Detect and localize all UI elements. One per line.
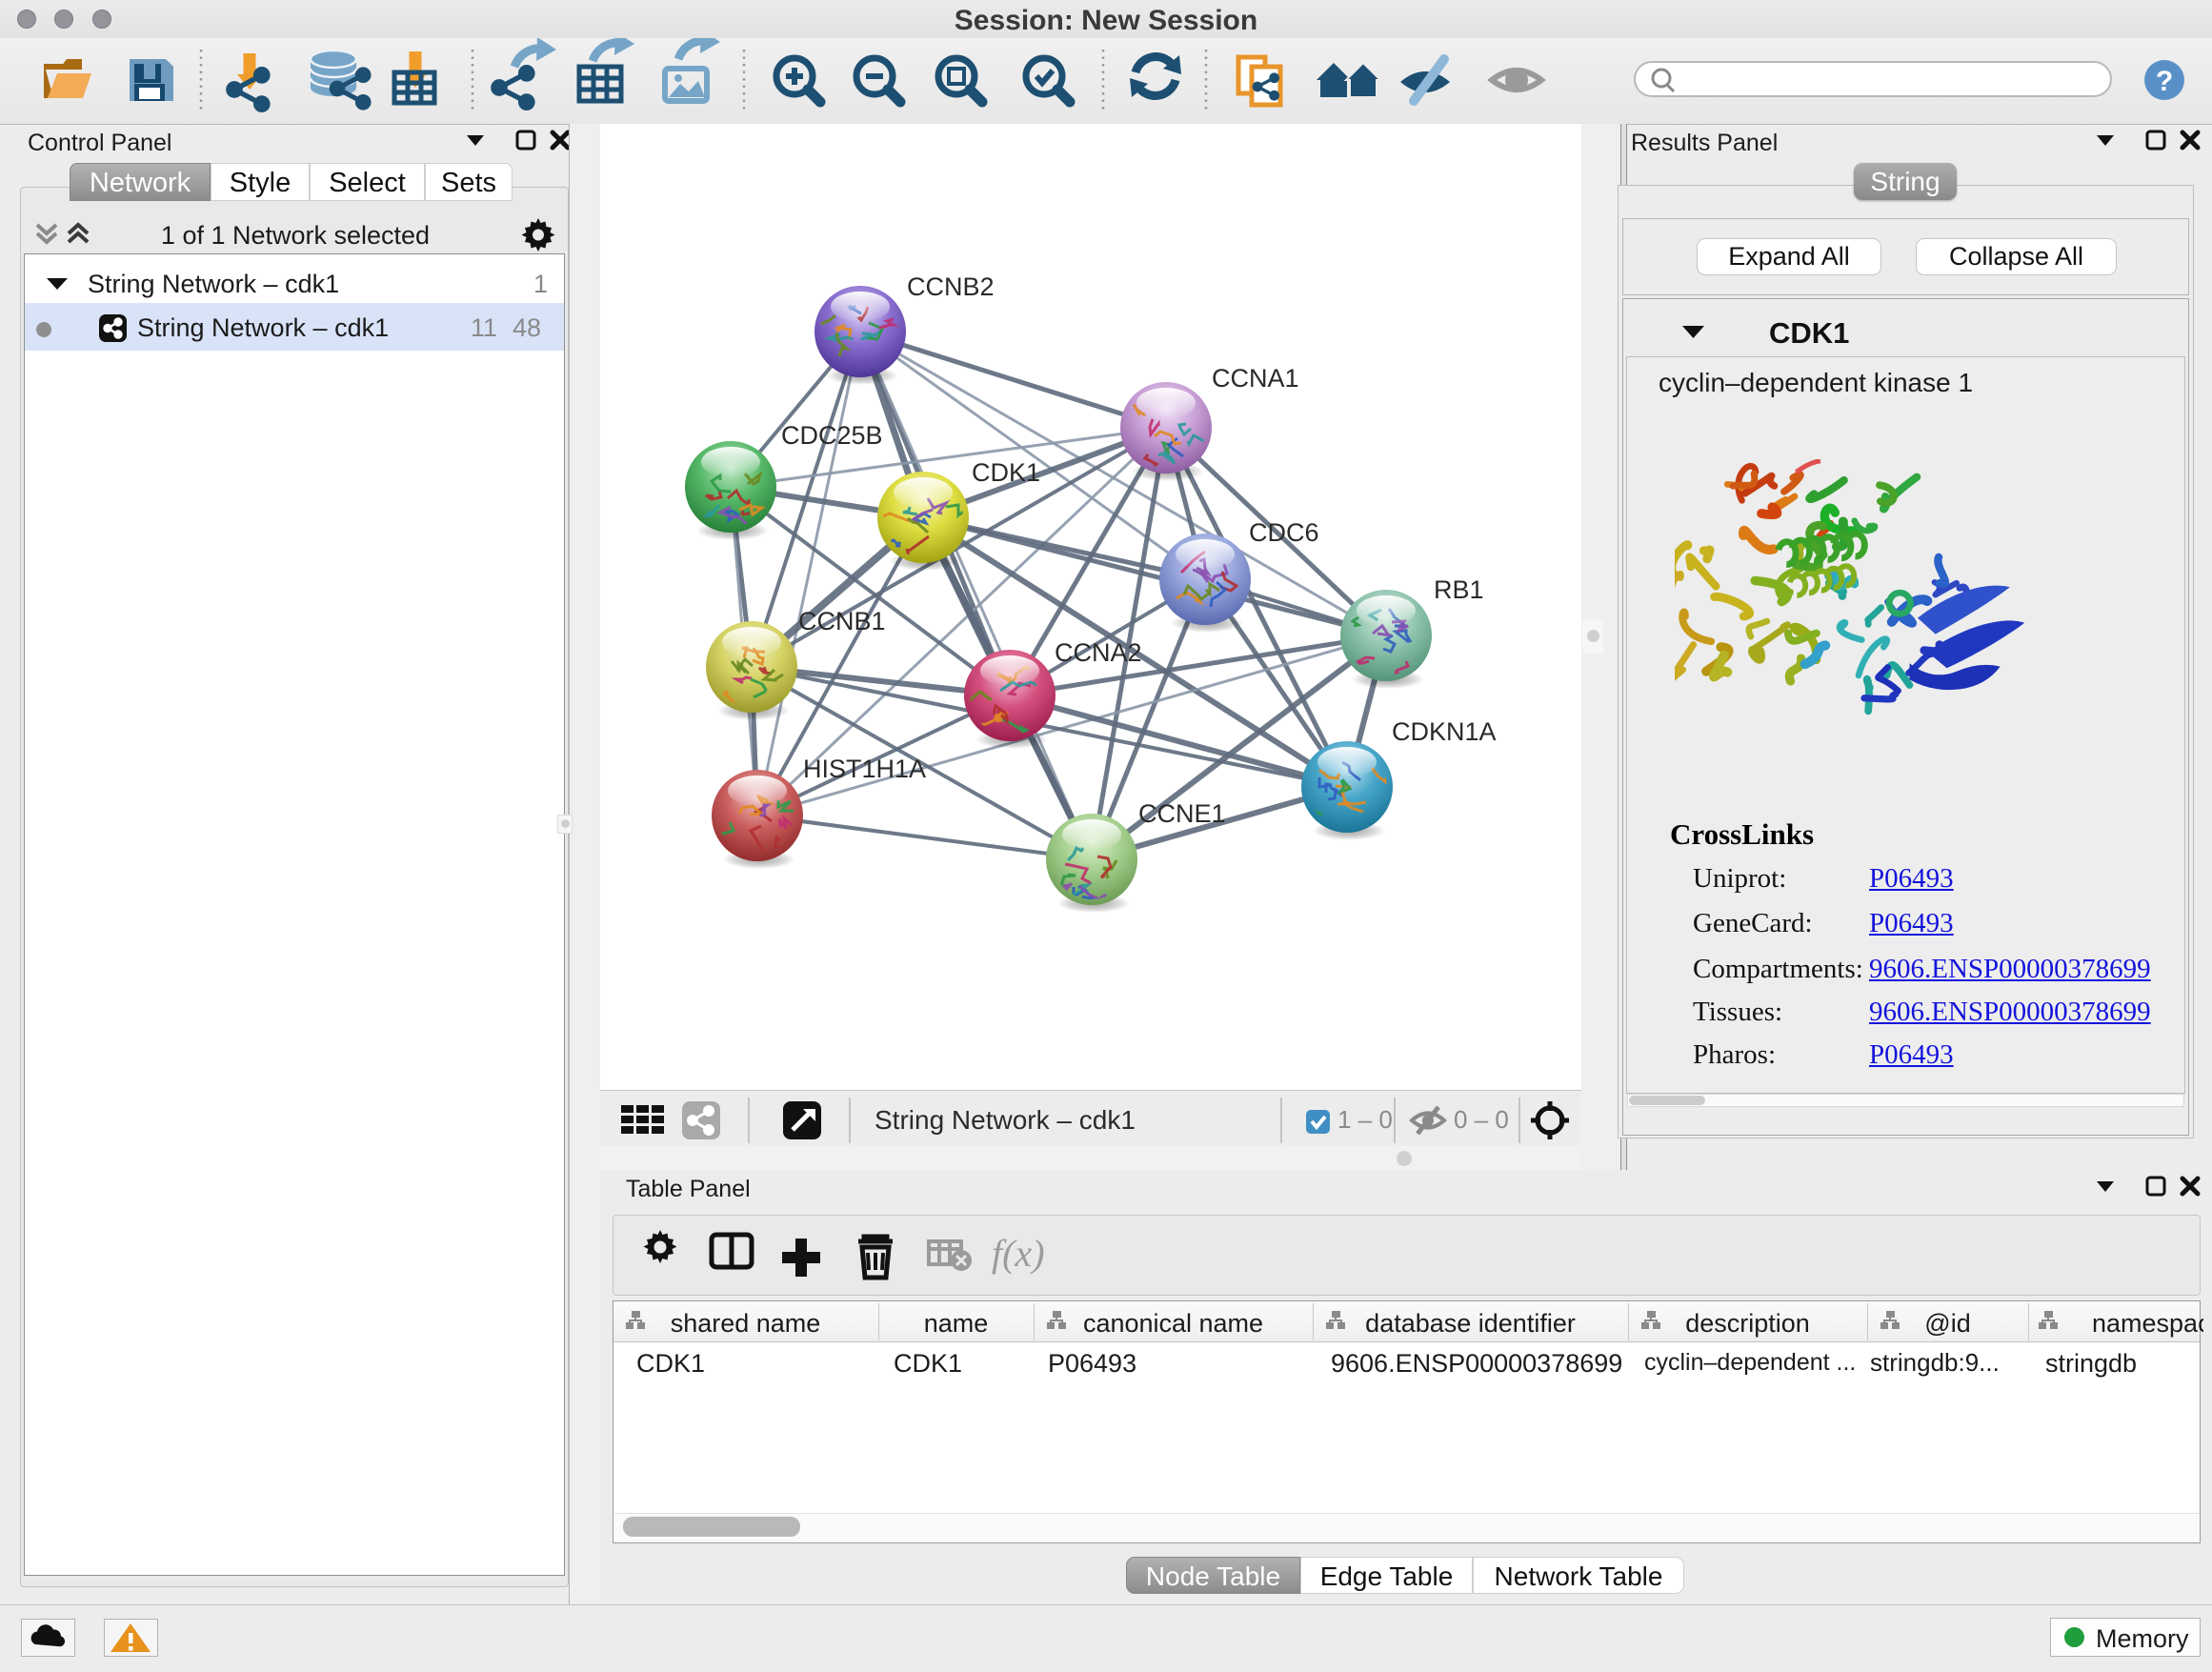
svg-text:f(x): f(x)	[992, 1232, 1045, 1275]
svg-text:CDK1: CDK1	[972, 458, 1040, 487]
svg-text:CDKN1A: CDKN1A	[1392, 717, 1497, 746]
svg-text:CCNA2: CCNA2	[1055, 638, 1142, 667]
svg-text:CCNB2: CCNB2	[907, 272, 995, 301]
svg-text:RB1: RB1	[1434, 575, 1484, 604]
svg-text:0 – 0: 0 – 0	[1454, 1105, 1509, 1134]
svg-text:1 – 0: 1 – 0	[1337, 1105, 1393, 1134]
svg-text:String Network – cdk1: String Network – cdk1	[875, 1105, 1136, 1135]
svg-text:CCNA1: CCNA1	[1212, 364, 1299, 393]
svg-text:HIST1H1A: HIST1H1A	[803, 755, 926, 783]
svg-text:CCNB1: CCNB1	[798, 607, 886, 635]
svg-text:?: ?	[2156, 66, 2173, 97]
svg-text:CDC6: CDC6	[1249, 518, 1319, 547]
svg-text:CCNE1: CCNE1	[1138, 799, 1226, 828]
svg-text:CDC25B: CDC25B	[781, 421, 883, 450]
